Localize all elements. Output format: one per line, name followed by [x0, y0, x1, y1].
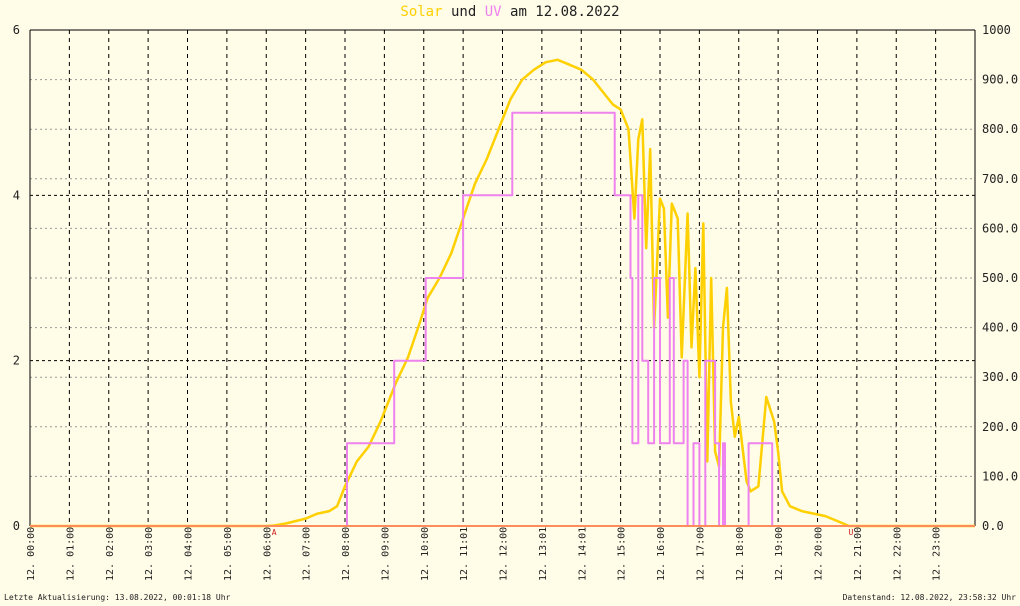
y-left-tick-label: 6 — [13, 23, 20, 37]
y-left-tick-label: 4 — [13, 188, 20, 202]
x-tick-label: 12. 15:00 — [617, 527, 628, 581]
y-right-tick-label: 900.0 — [982, 73, 1018, 87]
solar-uv-chart: 0 2 4 6 0.0 100.0 200.0 300.0 400.0 500.0 600.0 700… — [13, 23, 1018, 581]
x-tick-label: 12. 13:01 — [538, 527, 549, 581]
x-tick-label: 12. 10:00 — [420, 527, 431, 581]
last-update-text: Letzte Aktualisierung: 13.08.2022, 00:01… — [4, 593, 231, 602]
x-tick-label: 12. 19:00 — [774, 527, 785, 581]
marker-label: A — [272, 528, 277, 537]
x-tick-label: 12. 16:00 — [656, 527, 667, 581]
x-tick-label: 12. 01:00 — [65, 527, 76, 581]
y-right-tick-label: 400.0 — [982, 321, 1018, 335]
x-tick-label: 12. 03:00 — [144, 527, 155, 581]
marker-label: U — [849, 528, 854, 537]
x-tick-label: 12. 21:00 — [853, 527, 864, 581]
x-tick-label: 12. 14:01 — [577, 527, 588, 581]
x-tick-label: 12. 22:00 — [892, 527, 903, 581]
x-tick-label: 12. 17:00 — [695, 527, 706, 581]
x-tick-label: 12. 02:00 — [105, 527, 116, 581]
x-tick-label: 12. 08:00 — [341, 527, 352, 581]
x-tick-label: 12. 18:00 — [735, 527, 746, 581]
x-tick-label: 12. 23:00 — [932, 527, 943, 581]
y-right-tick-label: 700.0 — [982, 172, 1018, 186]
y-right-tick-label: 100.0 — [982, 469, 1018, 483]
x-tick-label: 12. 04:00 — [184, 527, 195, 581]
y-right-tick-label: 500.0 — [982, 271, 1018, 285]
grid — [30, 29, 975, 527]
x-tick-label: 12. 09:00 — [380, 527, 391, 581]
tick-labels: 0 2 4 6 0.0 100.0 200.0 300.0 400.0 500.0 600.0 700… — [13, 23, 1018, 581]
x-tick-label: 12. 00:00 — [26, 527, 37, 581]
x-tick-label: 12. 20:00 — [814, 527, 825, 581]
y-right-tick-label: 1000 — [982, 23, 1011, 37]
y-right-tick-label: 600.0 — [982, 221, 1018, 235]
x-tick-label: 12. 07:00 — [302, 527, 313, 581]
y-left-tick-label: 0 — [13, 519, 20, 533]
x-tick-label: 12. 05:00 — [223, 527, 234, 581]
y-left-tick-label: 2 — [13, 354, 20, 368]
y-right-tick-label: 200.0 — [982, 420, 1018, 434]
x-tick-label: 12. 12:00 — [499, 527, 510, 581]
y-right-tick-label: 800.0 — [982, 122, 1018, 136]
y-right-tick-label: 0.0 — [982, 519, 1004, 533]
x-tick-label: 12. 11:01 — [459, 527, 470, 581]
data-status-text: Datenstand: 12.08.2022, 23:58:32 Uhr — [842, 593, 1016, 602]
y-right-tick-label: 300.0 — [982, 370, 1018, 384]
